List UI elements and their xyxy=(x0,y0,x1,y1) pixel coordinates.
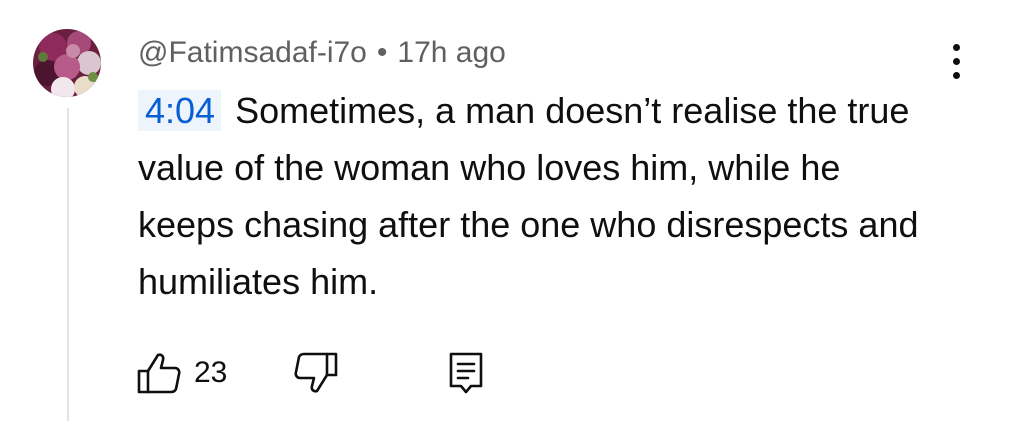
thread-line xyxy=(67,108,69,421)
avatar-image xyxy=(33,29,101,97)
dislike-button[interactable] xyxy=(293,350,339,396)
comment-text-content: Sometimes, a man doesn’t realise the tru… xyxy=(138,90,919,302)
comment-actions: 23 xyxy=(136,350,489,396)
thumbs-up-icon xyxy=(137,353,181,394)
comment-thread: @Fatimsadaf-i7o • 17h ago 4:04 Sometimes… xyxy=(0,0,1024,421)
author-name[interactable]: @Fatimsadaf-i7o xyxy=(138,36,367,70)
comment-reply-icon xyxy=(450,352,483,394)
like-count: 23 xyxy=(194,356,228,389)
reply-button[interactable] xyxy=(443,350,489,396)
timestamp-link[interactable]: 4:04 xyxy=(138,90,222,131)
comment-text: 4:04 Sometimes, a man doesn’t realise th… xyxy=(138,82,938,310)
thumbs-down-icon xyxy=(294,352,338,393)
separator-dot: • xyxy=(376,36,388,69)
like-button[interactable]: 23 xyxy=(136,350,227,396)
avatar[interactable] xyxy=(33,29,101,97)
more-options-button[interactable] xyxy=(938,40,974,84)
comment-time[interactable]: 17h ago xyxy=(397,36,505,70)
comment-header: @Fatimsadaf-i7o • 17h ago xyxy=(138,33,506,73)
